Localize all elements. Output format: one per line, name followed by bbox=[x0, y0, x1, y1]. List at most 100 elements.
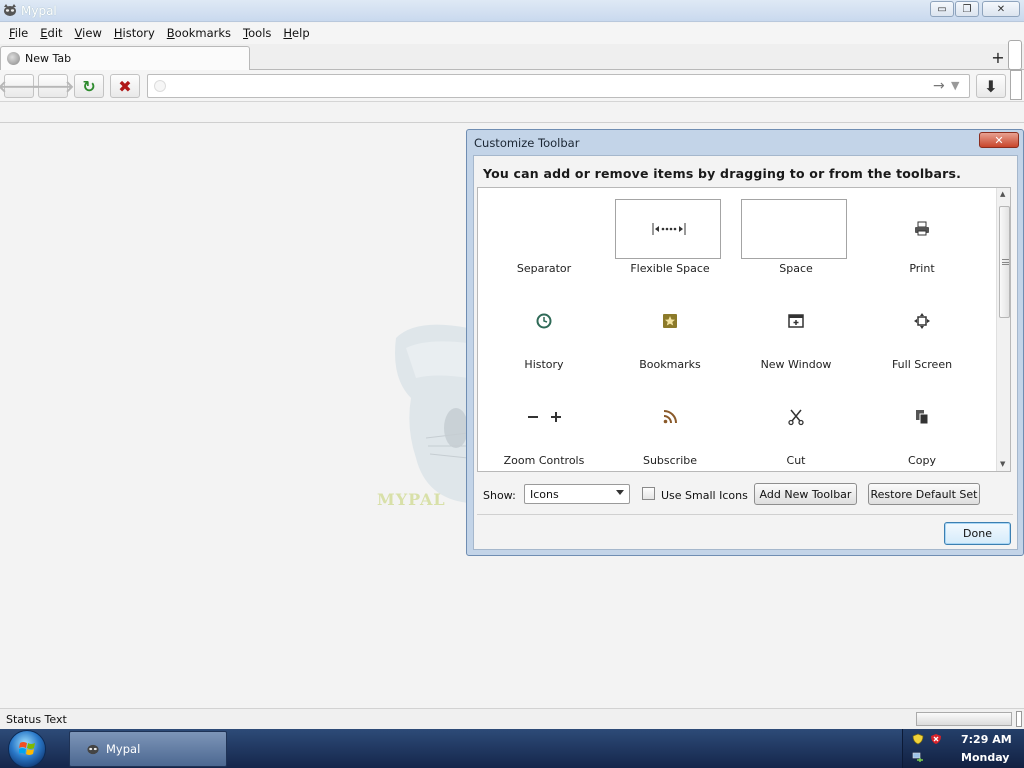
printer-icon bbox=[915, 221, 929, 236]
network-icon[interactable] bbox=[912, 751, 924, 763]
menu-view[interactable]: View bbox=[70, 23, 107, 44]
palette-item-label: Cut bbox=[786, 454, 806, 467]
menu-accel: E bbox=[40, 26, 48, 40]
restore-default-set-label: Restore Default Set bbox=[870, 487, 978, 501]
reload-button[interactable]: ↻ bbox=[74, 74, 104, 98]
menu-label: ookmarks bbox=[174, 26, 232, 40]
downloads-button[interactable]: ⬇ bbox=[976, 74, 1006, 98]
menu-history[interactable]: History bbox=[109, 23, 160, 44]
plus-icon: + bbox=[991, 48, 1005, 67]
menu-tools[interactable]: Tools bbox=[238, 23, 276, 44]
space-box bbox=[741, 199, 847, 259]
mypal-app-icon bbox=[87, 744, 99, 755]
mypal-background-logo-icon bbox=[395, 324, 468, 503]
customize-toolbar-dialog: Customize Toolbar ✕ You can add or remov… bbox=[466, 129, 1024, 556]
palette-item-label: Space bbox=[779, 262, 813, 275]
palette-item-label: Zoom Controls bbox=[503, 454, 585, 467]
palette-item-copy[interactable]: Copy bbox=[859, 384, 985, 471]
palette-item-zoom-controls[interactable]: Zoom Controls bbox=[481, 384, 607, 471]
palette-item-history[interactable]: History bbox=[481, 288, 607, 384]
url-input[interactable] bbox=[170, 77, 930, 95]
add-new-toolbar-button[interactable]: Add New Toolbar bbox=[754, 483, 857, 505]
security-shield-icon[interactable] bbox=[912, 733, 924, 745]
url-bar[interactable]: → ▼ bbox=[147, 74, 970, 98]
use-small-icons-label[interactable]: Use Small Icons bbox=[661, 489, 748, 502]
scrollbar-thumb[interactable] bbox=[999, 206, 1010, 318]
resize-grip[interactable] bbox=[1016, 711, 1022, 727]
menu-accel: H bbox=[283, 26, 293, 40]
palette-item-flexible-space[interactable]: Flexible Space bbox=[607, 192, 733, 288]
rss-icon bbox=[663, 410, 677, 424]
clock-time[interactable]: 7:29 AM bbox=[961, 733, 1012, 746]
go-arrow-icon[interactable]: → bbox=[933, 78, 945, 94]
system-tray: 7:29 AM Monday bbox=[902, 729, 1024, 768]
done-button[interactable]: Done bbox=[944, 522, 1011, 545]
status-bar: Status Text bbox=[0, 708, 1024, 729]
windows-logo-icon bbox=[19, 742, 35, 755]
menu-accel: B bbox=[166, 26, 175, 40]
page-favicon-icon bbox=[154, 80, 166, 92]
taskbar-mypal-button[interactable]: Mypal bbox=[69, 731, 227, 767]
background-logo-text: MYPAL bbox=[377, 490, 446, 509]
download-arrow-icon: ⬇ bbox=[984, 76, 998, 96]
reload-icon: ↻ bbox=[82, 76, 96, 96]
palette-item-label: Separator bbox=[516, 262, 572, 275]
forward-button[interactable]: 🡒 bbox=[32, 74, 74, 98]
url-history-dropdown-icon[interactable]: ▼ bbox=[951, 79, 959, 92]
bookmark-star-icon bbox=[663, 314, 677, 328]
palette-item-full-screen[interactable]: Full Screen bbox=[859, 288, 985, 384]
title-bar[interactable]: Mypal ▭ ❐ ✕ bbox=[0, 0, 1024, 22]
new-tab-button[interactable]: + bbox=[990, 48, 1006, 67]
show-mode-select[interactable]: Icons bbox=[524, 484, 630, 504]
forward-arrow-icon: 🡒 bbox=[31, 77, 75, 96]
globe-icon bbox=[7, 52, 20, 65]
mypal-app-icon bbox=[4, 4, 16, 16]
back-button[interactable]: 🡐 bbox=[0, 74, 40, 98]
flexible-space-icon bbox=[652, 223, 686, 235]
palette-scrollbar[interactable]: ▲ ▼ bbox=[996, 188, 1010, 471]
flexible-space-box bbox=[615, 199, 721, 259]
copy-icon bbox=[916, 410, 929, 425]
palette-item-cut[interactable]: Cut bbox=[733, 384, 859, 471]
palette-item-label: Flexible Space bbox=[630, 262, 710, 275]
palette-item-separator[interactable]: Separator bbox=[481, 192, 607, 288]
close-icon: ✕ bbox=[996, 3, 1006, 15]
menu-edit[interactable]: Edit bbox=[35, 23, 67, 44]
close-window-button[interactable]: ✕ bbox=[982, 1, 1020, 17]
palette-item-space[interactable]: Space bbox=[733, 192, 859, 288]
use-small-icons-checkbox[interactable] bbox=[642, 487, 655, 500]
minimize-button[interactable]: ▭ bbox=[930, 1, 954, 17]
palette-item-label: New Window bbox=[760, 358, 832, 371]
menu-help[interactable]: Help bbox=[278, 23, 314, 44]
action-center-alert-icon[interactable] bbox=[930, 733, 942, 745]
palette-item-label: Copy bbox=[908, 454, 936, 467]
scroll-up-arrow-icon[interactable]: ▲ bbox=[1000, 190, 1005, 198]
window-title: Mypal bbox=[21, 4, 57, 18]
scroll-down-arrow-icon[interactable]: ▼ bbox=[1000, 460, 1005, 468]
palette-item-new-window[interactable]: New Window bbox=[733, 288, 859, 384]
dialog-close-button[interactable]: ✕ bbox=[979, 132, 1019, 148]
tab-new-tab[interactable]: New Tab bbox=[0, 46, 250, 70]
dialog-instructions: You can add or remove items by dragging … bbox=[483, 166, 962, 181]
menu-bookmarks[interactable]: Bookmarks bbox=[162, 23, 236, 44]
clock-icon bbox=[536, 313, 552, 329]
maximize-button[interactable]: ❐ bbox=[955, 1, 979, 17]
palette-item-print[interactable]: Print bbox=[859, 192, 985, 288]
tab-label: New Tab bbox=[25, 52, 72, 65]
status-progress-meter bbox=[916, 712, 1012, 726]
palette-item-subscribe[interactable]: Subscribe bbox=[607, 384, 733, 471]
palette-item-label: History bbox=[524, 358, 564, 371]
stop-button[interactable]: ✖ bbox=[110, 74, 140, 98]
restore-default-set-button[interactable]: Restore Default Set bbox=[868, 483, 980, 505]
tab-list-button[interactable] bbox=[1008, 40, 1022, 70]
taskbar-app-label: Mypal bbox=[106, 742, 141, 756]
start-button[interactable] bbox=[8, 730, 46, 768]
new-window-icon bbox=[788, 314, 804, 328]
clock-day[interactable]: Monday bbox=[961, 751, 1009, 764]
menu-file[interactable]: File bbox=[4, 23, 33, 44]
palette-item-label: Bookmarks bbox=[639, 358, 701, 371]
dialog-body: You can add or remove items by dragging … bbox=[473, 155, 1018, 550]
menu-label: ools bbox=[248, 26, 272, 40]
grip-icon bbox=[1002, 259, 1009, 265]
palette-item-bookmarks[interactable]: Bookmarks bbox=[607, 288, 733, 384]
